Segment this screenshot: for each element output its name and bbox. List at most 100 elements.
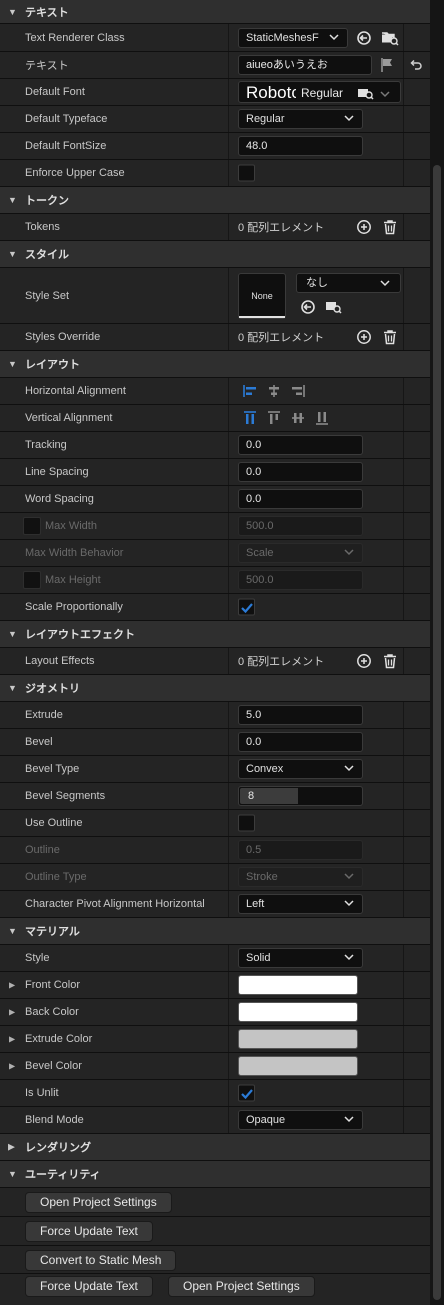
utility-row-2: Force Update Text (0, 1217, 430, 1246)
trash-icon[interactable] (382, 329, 398, 345)
localization-flag-icon[interactable] (380, 57, 394, 73)
front-color-swatch[interactable] (238, 975, 358, 995)
prop-label: Use Outline (25, 817, 83, 829)
category-layout[interactable]: ▼ レイアウト (0, 351, 430, 378)
prop-tokens: Tokens 0 配列エレメント (0, 214, 430, 241)
category-material[interactable]: ▼ マテリアル (0, 918, 430, 945)
add-element-icon[interactable] (356, 219, 372, 235)
text-input[interactable]: aiueoあいうえお (238, 55, 372, 75)
prop-label: Outline (25, 844, 60, 856)
chevron-right-icon[interactable]: ▶ (9, 1035, 15, 1044)
use-selected-icon[interactable] (356, 30, 372, 46)
prop-max-width-behavior: Max Width Behavior Scale (0, 540, 430, 567)
prop-default-typeface: Default Typeface Regular (0, 106, 430, 133)
prop-extrude: Extrude 5.0 (0, 702, 430, 729)
add-element-icon[interactable] (356, 653, 372, 669)
scrollbar[interactable] (430, 0, 444, 1305)
default-typeface-dropdown[interactable]: Regular (238, 109, 363, 129)
chevron-right-icon[interactable]: ▶ (9, 1008, 15, 1017)
align-center-icon[interactable] (266, 383, 282, 399)
default-fontsize-input[interactable]: 48.0 (238, 136, 363, 156)
max-height-override-checkbox[interactable] (23, 571, 41, 589)
prop-label: Line Spacing (25, 466, 89, 478)
category-label: マテリアル (25, 926, 80, 938)
scale-proportionally-checkbox[interactable] (238, 598, 255, 616)
prop-label: Enforce Upper Case (25, 167, 125, 179)
extrude-input[interactable]: 5.0 (238, 705, 363, 725)
max-width-override-checkbox[interactable] (23, 517, 41, 535)
prop-use-outline: Use Outline (0, 810, 430, 837)
chevron-down-icon (380, 91, 390, 98)
category-utility[interactable]: ▼ ユーティリティ (0, 1161, 430, 1188)
add-element-icon[interactable] (356, 329, 372, 345)
use-selected-icon[interactable] (300, 299, 316, 315)
prop-label: Text Renderer Class (25, 31, 125, 44)
style-set-dropdown[interactable]: なし (296, 273, 401, 293)
align-right-icon[interactable] (290, 383, 306, 399)
prop-vertical-alignment: Vertical Alignment (0, 405, 430, 432)
extrude-color-swatch[interactable] (238, 1029, 358, 1049)
prop-label: Character Pivot Alignment Horizontal (25, 898, 205, 910)
style-set-thumbnail[interactable]: None (238, 273, 286, 319)
prop-default-fontsize: Default FontSize 48.0 (0, 133, 430, 160)
category-rendering[interactable]: ▶ レンダリング (0, 1134, 430, 1161)
blend-mode-dropdown[interactable]: Opaque (238, 1110, 363, 1130)
style-dropdown[interactable]: Solid (238, 948, 363, 968)
convert-to-static-mesh-button[interactable]: Convert to Static Mesh (25, 1250, 177, 1271)
line-spacing-input[interactable]: 0.0 (238, 462, 363, 482)
open-project-settings-button[interactable]: Open Project Settings (25, 1192, 172, 1213)
enforce-upper-case-checkbox[interactable] (238, 164, 255, 182)
open-project-settings-button-2[interactable]: Open Project Settings (168, 1276, 315, 1297)
outline-input[interactable]: 0.5 (238, 840, 363, 860)
category-tokens[interactable]: ▼ トークン (0, 187, 430, 214)
max-width-input[interactable]: 500.0 (238, 516, 363, 536)
trash-icon[interactable] (382, 653, 398, 669)
chevron-down-icon (344, 549, 354, 556)
prop-label: Vertical Alignment (25, 412, 113, 424)
bevel-segments-slider[interactable]: 8 (238, 786, 363, 806)
max-height-input[interactable]: 500.0 (238, 570, 363, 590)
tracking-input[interactable]: 0.0 (238, 435, 363, 455)
bevel-type-dropdown[interactable]: Convex (238, 759, 363, 779)
default-font-picker[interactable]: Robotc Regular (238, 81, 401, 103)
array-count: 0 配列エレメント (238, 332, 325, 344)
use-outline-checkbox[interactable] (238, 814, 255, 832)
prop-tracking: Tracking 0.0 (0, 432, 430, 459)
category-layout-effects[interactable]: ▼ レイアウトエフェクト (0, 621, 430, 648)
max-width-behavior-dropdown[interactable]: Scale (238, 543, 363, 563)
reset-arrow-icon[interactable] (409, 57, 423, 73)
category-text[interactable]: ▼ テキスト (0, 0, 430, 24)
prop-label: Front Color (25, 979, 81, 991)
browse-folder-icon[interactable] (325, 299, 343, 315)
is-unlit-checkbox[interactable] (238, 1084, 255, 1102)
browse-folder-icon[interactable] (357, 85, 375, 101)
category-label: レンダリング (25, 1142, 91, 1154)
prop-blend-mode: Blend Mode Opaque (0, 1107, 430, 1134)
category-style[interactable]: ▼ スタイル (0, 241, 430, 268)
align-left-icon[interactable] (242, 383, 258, 399)
align-bottom-icon[interactable] (314, 410, 330, 426)
bevel-color-swatch[interactable] (238, 1056, 358, 1076)
outline-type-dropdown[interactable]: Stroke (238, 867, 363, 887)
scrollbar-thumb[interactable] (433, 165, 441, 1300)
align-first-line-icon[interactable] (266, 410, 282, 426)
align-top-icon[interactable] (242, 410, 258, 426)
force-update-text-button[interactable]: Force Update Text (25, 1221, 153, 1242)
chevron-right-icon[interactable]: ▶ (9, 1062, 15, 1071)
checkmark-icon (241, 603, 253, 614)
category-label: レイアウト (25, 359, 80, 371)
prop-label: テキスト (25, 60, 69, 72)
character-pivot-dropdown[interactable]: Left (238, 894, 363, 914)
text-renderer-class-dropdown[interactable]: StaticMeshesF (238, 27, 348, 48)
word-spacing-input[interactable]: 0.0 (238, 489, 363, 509)
force-update-text-button-2[interactable]: Force Update Text (25, 1276, 153, 1297)
category-geometry[interactable]: ▼ ジオメトリ (0, 675, 430, 702)
chevron-down-icon: ▼ (8, 195, 17, 205)
bevel-input[interactable]: 0.0 (238, 732, 363, 752)
prop-label: Extrude (25, 709, 63, 721)
chevron-right-icon[interactable]: ▶ (9, 981, 15, 990)
trash-icon[interactable] (382, 219, 398, 235)
browse-folder-icon[interactable] (381, 30, 399, 46)
back-color-swatch[interactable] (238, 1002, 358, 1022)
align-middle-icon[interactable] (290, 410, 306, 426)
